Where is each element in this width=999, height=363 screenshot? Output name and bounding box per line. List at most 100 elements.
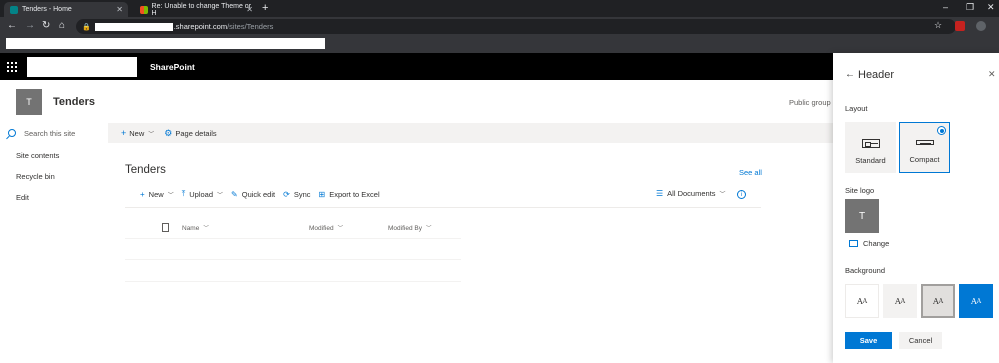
change-logo-button[interactable]: Change (849, 239, 889, 248)
image-icon (849, 240, 858, 247)
search-icon (8, 129, 16, 137)
standard-layout-icon (861, 139, 880, 148)
profile-avatar-icon[interactable] (976, 21, 986, 31)
back-arrow-icon[interactable]: ← (845, 69, 855, 80)
back-arrow-icon[interactable]: ← (7, 20, 17, 31)
background-option-neutral[interactable]: AA (883, 284, 917, 318)
nav-item-edit[interactable]: Edit (16, 193, 29, 202)
sync-label: Sync (293, 189, 311, 199)
cancel-button[interactable]: Cancel (899, 332, 942, 349)
upload-arrow-icon: ⤒ (181, 189, 186, 198)
view-lines-icon: ☰ (656, 189, 664, 198)
see-all-link[interactable]: See all (739, 168, 762, 177)
site-title[interactable]: Tenders (53, 96, 95, 108)
close-icon[interactable]: ✕ (988, 69, 996, 80)
library-title[interactable]: Tenders (125, 164, 166, 176)
close-tab-icon[interactable]: ✕ (246, 5, 253, 14)
page-details-button[interactable]: ⚙ Page details (164, 128, 216, 139)
library-divider (125, 207, 761, 208)
minimize-icon[interactable]: – (943, 2, 948, 12)
restore-icon[interactable]: ❐ (966, 2, 974, 13)
table-row-placeholder (125, 281, 461, 282)
browser-address-bar: ← → ↻ ⌂ 🔒 .sharepoint.com /sites/Tenders… (0, 17, 999, 36)
forward-arrow-icon[interactable]: → (25, 20, 35, 31)
chevron-down-icon: ﹀ (337, 226, 344, 232)
background-label: Background (845, 266, 886, 275)
url-host: .sharepoint.com (173, 22, 228, 31)
view-selector[interactable]: ☰ All Documents ﹀ (656, 189, 726, 198)
url-field[interactable]: 🔒 .sharepoint.com /sites/Tenders (76, 19, 956, 34)
browser-tab-bar: Tenders - Home ✕ Re: Unable to change Th… (0, 0, 999, 17)
chevron-down-icon: ﹀ (203, 226, 209, 232)
column-modified-by-label: Modified By (388, 224, 422, 232)
nav-item-site-contents[interactable]: Site contents (16, 151, 59, 160)
column-header-modified[interactable]: Modified ﹀ (309, 224, 344, 233)
chevron-down-icon: ﹀ (425, 226, 432, 232)
export-to-excel-button[interactable]: ⊞ Export to Excel (319, 190, 380, 199)
column-modified-label: Modified (309, 224, 334, 232)
background-option-strong[interactable]: AA (959, 284, 993, 318)
site-search-box[interactable]: Search this site (0, 123, 108, 143)
table-row-placeholder (125, 238, 461, 239)
reload-icon[interactable]: ↻ (42, 20, 50, 31)
search-placeholder: Search this site (24, 128, 76, 138)
sync-button[interactable]: ⟳ Sync (283, 190, 310, 199)
column-header-modified-by[interactable]: Modified By ﹀ (388, 224, 432, 233)
library-command-bar: + New ﹀ ⤒ Upload ﹀ ✎ Quick edit ⟳ Sync ⊞… (140, 189, 388, 199)
upload-label: Upload (189, 189, 214, 199)
tab-title: Re: Unable to change Theme or H (151, 2, 252, 17)
file-type-icon (162, 223, 169, 232)
bookmarks-bar (0, 36, 999, 53)
microsoft-favicon-icon (140, 5, 148, 14)
extension-icon[interactable] (955, 21, 965, 31)
quick-edit-button[interactable]: ✎ Quick edit (231, 190, 275, 199)
layout-option-compact[interactable]: Compact (899, 122, 950, 173)
chevron-down-icon: ﹀ (167, 192, 174, 199)
column-name-label: Name (182, 224, 200, 232)
close-window-icon[interactable]: ✕ (987, 2, 995, 13)
app-launcher-icon[interactable] (7, 62, 17, 72)
library-new-button[interactable]: + New ﹀ (140, 190, 174, 199)
sharepoint-favicon-icon (10, 5, 18, 14)
site-logo-label: Site logo (845, 186, 875, 195)
close-tab-icon[interactable]: ✕ (116, 5, 123, 14)
gear-icon: ⚙ (164, 127, 173, 138)
tab-title: Tenders - Home (22, 6, 72, 13)
selected-radio-icon (937, 126, 946, 135)
redacted-org-logo (27, 57, 137, 77)
plus-icon: + (121, 128, 127, 138)
home-icon[interactable]: ⌂ (59, 20, 65, 31)
panel-title: Header (858, 69, 895, 81)
compact-label: Compact (909, 155, 940, 164)
nav-item-recycle-bin[interactable]: Recycle bin (16, 172, 55, 181)
lock-icon: 🔒 (82, 23, 91, 31)
suite-bar: SharePoint (0, 53, 833, 80)
background-option-white[interactable]: AA (845, 284, 879, 318)
save-button[interactable]: Save (845, 332, 892, 349)
sync-icon: ⟳ (283, 189, 290, 199)
redacted-url-segment (94, 22, 173, 31)
new-tab-plus-icon[interactable]: + (262, 2, 268, 14)
site-logo[interactable]: T (16, 89, 42, 115)
page-details-label: Page details (175, 128, 217, 138)
browser-tab-forum[interactable]: Re: Unable to change Theme or H ✕ (134, 2, 258, 17)
url-path: /sites/Tenders (227, 22, 274, 31)
new-label: New (129, 128, 145, 138)
layout-option-standard[interactable]: Standard (845, 122, 896, 173)
upload-button[interactable]: ⤒ Upload ﹀ (182, 189, 223, 199)
info-icon[interactable]: i (737, 190, 746, 199)
column-header-name[interactable]: Name ﹀ (182, 224, 209, 233)
layout-label: Layout (845, 104, 868, 113)
site-logo-preview: T (845, 199, 879, 233)
bookmark-star-icon[interactable]: ☆ (934, 20, 942, 31)
redacted-bookmarks (6, 38, 325, 49)
app-name[interactable]: SharePoint (150, 62, 195, 72)
new-page-button[interactable]: + New ﹀ (121, 128, 154, 138)
chevron-down-icon: ﹀ (217, 192, 224, 199)
background-option-soft[interactable]: AA (921, 284, 955, 318)
page-command-bar: + New ﹀ ⚙ Page details (108, 123, 833, 143)
table-row-placeholder (125, 259, 461, 260)
browser-tab-tenders[interactable]: Tenders - Home ✕ (4, 2, 128, 17)
standard-label: Standard (855, 156, 886, 165)
pencil-icon: ✎ (231, 189, 238, 199)
